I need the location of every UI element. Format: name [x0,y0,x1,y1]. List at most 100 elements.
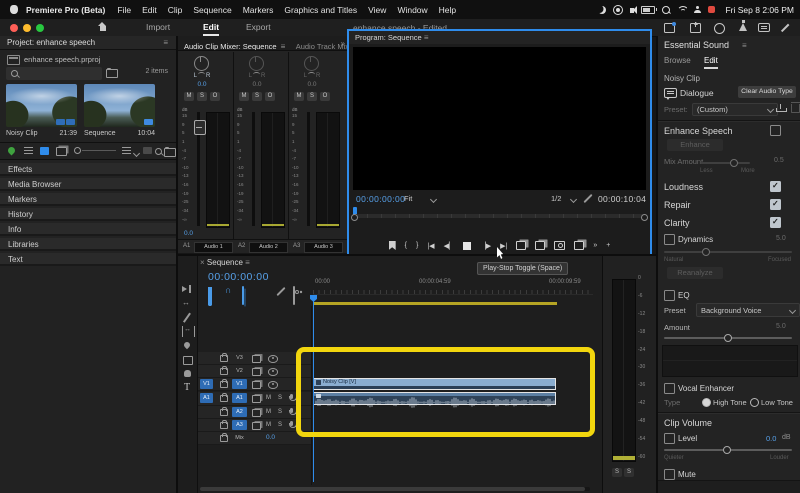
track-select-forward-tool[interactable] [182,284,193,295]
focus-moon-icon[interactable] [598,6,606,14]
reanalyze-button[interactable]: Reanalyze [667,267,723,279]
track-header-v2[interactable]: V2 [198,365,311,378]
solo-track-button[interactable]: S [278,419,282,431]
find-icon[interactable] [155,148,162,155]
sort-icon[interactable] [122,147,131,155]
settings-wrench-icon[interactable] [583,194,592,203]
track-enable[interactable]: A2 [232,407,247,417]
track-header-a2[interactable]: A2 M S [198,406,311,419]
tab-browse[interactable]: Browse [664,56,691,65]
mix-volume-value[interactable]: 0.0 [266,434,275,441]
lock-icon[interactable] [220,393,228,402]
add-marker-icon[interactable] [388,241,396,250]
scrollbar-end-icon[interactable] [641,214,648,221]
clip-thumbnail-sequence[interactable] [84,84,155,127]
mute-button[interactable]: M [239,92,249,101]
hand-tool[interactable] [182,368,193,379]
mute-track-button[interactable]: M [266,419,271,431]
mix-amount-slider[interactable] [700,159,750,167]
panel-menu-icon[interactable]: ≡ [742,41,747,50]
slip-tool[interactable] [182,326,195,337]
clip-name[interactable]: Sequence [84,130,116,137]
play-stop-toggle-button[interactable] [463,241,472,250]
mark-out-icon[interactable]: } [416,242,418,249]
razor-tool[interactable] [182,312,193,323]
track-name[interactable]: Audio 2 [249,241,288,253]
pan-value[interactable]: 0.0 [180,81,224,88]
enhance-speech-checkbox[interactable] [770,125,781,136]
panel-menu-icon[interactable]: ≡ [424,33,429,42]
panel-menu-icon[interactable]: ≡ [281,42,286,50]
sync-lock-icon[interactable] [252,367,261,376]
solo-right-button[interactable]: S [624,468,634,477]
voiceover-mic-icon[interactable] [288,421,297,428]
share-icon[interactable] [690,21,701,33]
wifi-icon[interactable] [677,5,688,14]
save-preset-icon[interactable] [776,104,787,112]
eq-preset-dropdown[interactable]: Background Voice [696,303,800,317]
sync-lock-icon[interactable] [252,354,261,363]
scrollbar-end-icon[interactable] [351,214,358,221]
chevron-down-icon[interactable] [132,149,141,158]
eq-checkbox[interactable] [664,290,675,301]
type-tool[interactable] [182,382,193,393]
sync-lock-icon[interactable] [252,394,261,403]
track-header-a1[interactable]: A1 A1 M S [198,392,311,406]
lock-icon[interactable] [220,366,228,375]
progress-circle-icon[interactable] [714,23,725,34]
icon-view-icon[interactable] [40,147,49,155]
eq-amount-slider[interactable] [664,334,792,342]
timeline-tab[interactable]: × Sequence ≡ [200,258,250,267]
track-enable[interactable]: V3 [232,353,247,363]
menubar-item[interactable]: Markers [243,5,274,15]
panel-tab[interactable]: Text [0,253,176,266]
clip-name[interactable]: Noisy Clip [6,130,38,137]
sync-lock-icon[interactable] [252,380,261,389]
overflow-icon[interactable]: » [341,39,345,48]
tab-audio-track-mixer[interactable]: Audio Track Mixer: Seque [290,40,347,50]
track-enable[interactable]: A3 [232,420,247,430]
overflow-icon[interactable]: » [593,242,597,249]
lock-icon[interactable] [220,379,228,388]
solo-track-button[interactable]: S [278,392,282,404]
menubar-item[interactable]: Edit [142,5,157,15]
zoom-slider-knob[interactable] [74,147,81,154]
screen-record-icon[interactable] [613,4,624,15]
panel-menu-icon[interactable]: ≡ [245,258,250,267]
high-tone-radio[interactable] [702,398,711,407]
captions-icon[interactable] [293,286,295,305]
snap-icon[interactable] [208,287,212,306]
export-frame-icon[interactable] [554,241,566,250]
source-patch[interactable]: A1 [200,393,213,403]
voiceover-mic-icon[interactable] [288,394,297,401]
project-breadcrumb[interactable]: enhance speech.prproj [24,55,100,64]
timeline-settings-icon[interactable] [276,287,285,296]
bin-icon[interactable] [7,55,20,65]
repair-checkbox[interactable] [770,199,781,210]
menubar-clock[interactable]: Fri Sep 8 2:06 PM [725,5,794,15]
apple-icon[interactable] [10,5,18,14]
panel-tab[interactable]: Libraries [0,238,176,251]
menubar-item[interactable]: Graphics and Titles [284,5,357,15]
solo-button[interactable]: S [197,92,207,101]
track-enable[interactable]: A1 [232,393,247,403]
clarity-checkbox[interactable] [770,217,781,228]
track-header-v3[interactable]: V3 [198,352,311,365]
linked-selection-icon[interactable] [225,285,234,296]
panel-tab[interactable]: Media Browser [0,178,176,191]
keyframe-button[interactable]: O [265,92,275,101]
lock-icon[interactable] [220,420,228,429]
writable-pen-icon[interactable] [6,145,17,156]
panel-menu-icon[interactable]: ≡ [163,36,168,50]
clip-thumbnail-noisy[interactable] [6,84,77,127]
sync-lock-icon[interactable] [252,408,261,417]
comparison-view-icon[interactable] [574,241,585,250]
panel-tab[interactable]: Info [0,223,176,236]
app-menu[interactable]: Premiere Pro (Beta) [26,5,105,15]
record-indicator-icon[interactable] [708,6,716,13]
dynamics-checkbox[interactable] [664,234,675,245]
pan-knob[interactable] [304,56,319,71]
volume-fader[interactable] [252,112,255,226]
beta-beaker-icon[interactable] [739,20,747,31]
mute-checkbox[interactable] [664,469,675,480]
